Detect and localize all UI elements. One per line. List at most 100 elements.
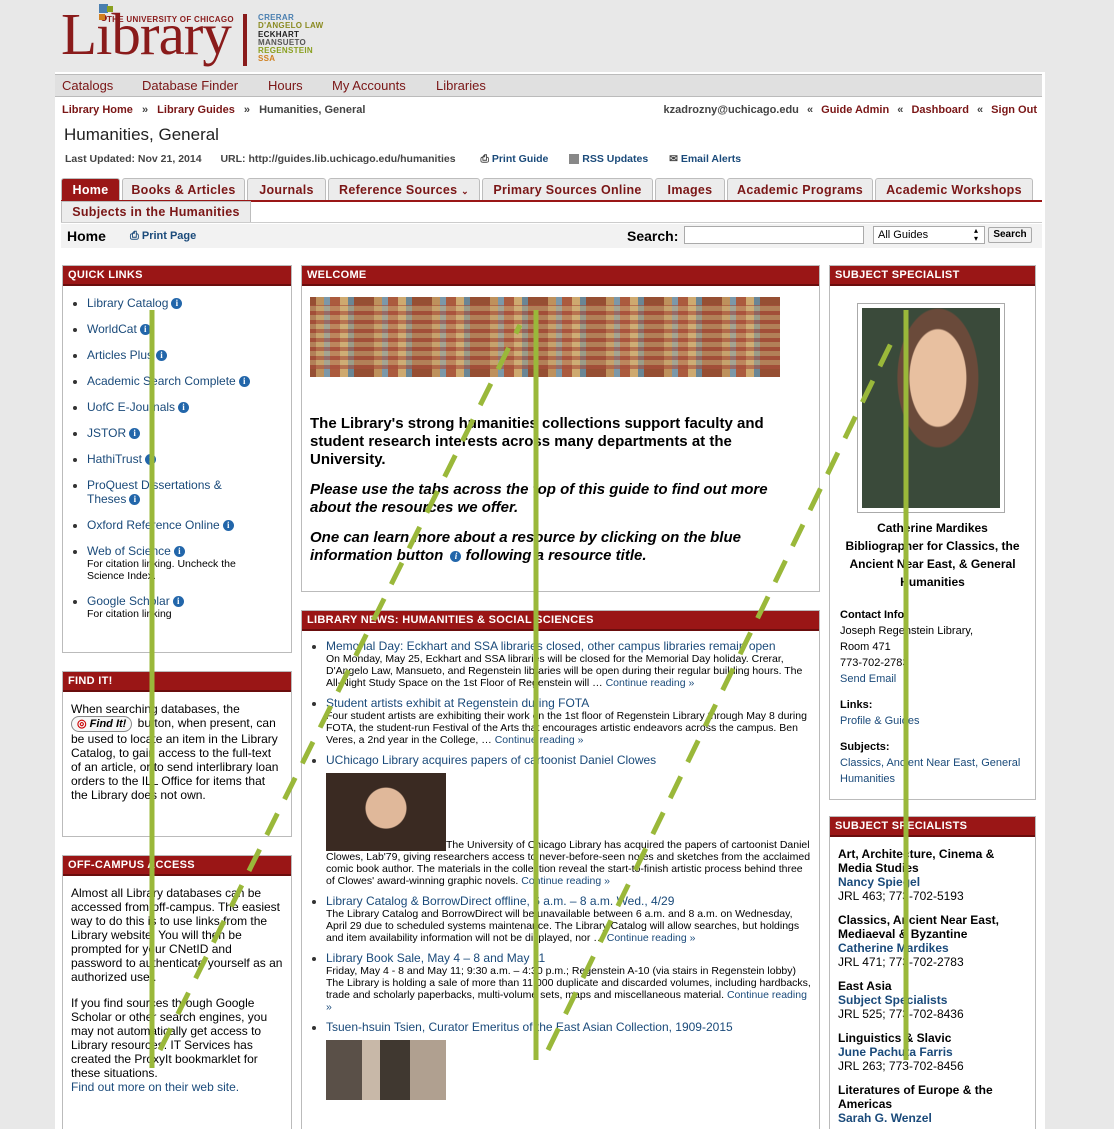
list-item: Classics, Ancient Near East, Mediaeval &… [838, 913, 999, 969]
email-alerts-link[interactable]: Email Alerts [681, 153, 741, 165]
list-item: Web of ScienceiFor citation linking. Unc… [87, 544, 262, 582]
tab-academic-programs[interactable]: Academic Programs [727, 178, 873, 200]
welcome-p2: Please use the tabs across the top of th… [310, 481, 768, 516]
specialist-link[interactable]: Sarah G. Wenzel [838, 1111, 932, 1125]
info-icon[interactable]: i [222, 520, 234, 532]
info-icon[interactable]: i [178, 402, 190, 414]
off-campus-link[interactable]: Find out more on their web site. [63, 1080, 291, 1094]
list-item: Art, Architecture, Cinema & Media Studie… [838, 847, 995, 903]
subjects-links[interactable]: Classics, Ancient Near East, General Hum… [840, 755, 1030, 787]
sign-out-link[interactable]: Sign Out [991, 104, 1037, 116]
quick-link[interactable]: Web of Science [87, 544, 171, 558]
specialist-role: Bibliographer for Classics, the Ancient … [845, 539, 1020, 589]
quick-link[interactable]: ProQuest Dissertations & Theses [87, 478, 222, 506]
breadcrumb-library-home[interactable]: Library Home [62, 104, 133, 116]
quick-link[interactable]: Articles Plus [87, 348, 153, 362]
info-icon[interactable]: i [238, 376, 250, 388]
welcome-title: WELCOME [302, 266, 819, 286]
find-it-button[interactable]: ◎ Find It! [71, 716, 133, 732]
quick-link[interactable]: Library Catalog [87, 296, 168, 310]
info-icon[interactable]: i [173, 546, 185, 558]
news-item: Student artists exhibit at Regenstein du… [326, 696, 813, 746]
tab-home[interactable]: Home [61, 178, 120, 200]
news-title-link[interactable]: Library Catalog & BorrowDirect offline, … [326, 894, 813, 908]
tab-subjects-humanities[interactable]: Subjects in the Humanities [61, 201, 251, 222]
user-nav-separator: « [976, 104, 984, 116]
quick-link[interactable]: Oxford Reference Online [87, 518, 220, 532]
list-item: Oxford Reference Onlinei [87, 518, 291, 532]
info-icon[interactable]: i [171, 298, 183, 310]
quick-link[interactable]: UofC E-Journals [87, 400, 175, 414]
chevron-down-icon: ⌄ [461, 186, 469, 196]
tab-images[interactable]: Images [655, 178, 725, 200]
email-icon: ✉ [669, 153, 678, 165]
user-email: kzadrozny@uchicago.edu [663, 104, 799, 116]
nav-libraries[interactable]: Libraries [436, 78, 486, 93]
specialist-link[interactable]: Nancy Spiegel [838, 875, 920, 889]
news-title-link[interactable]: Library Book Sale, May 4 – 8 and May 11 [326, 951, 813, 965]
search-input[interactable] [684, 226, 864, 244]
nav-database-finder[interactable]: Database Finder [142, 78, 238, 93]
breadcrumb-library-guides[interactable]: Library Guides [157, 104, 235, 116]
rss-updates-link[interactable]: RSS Updates [582, 153, 648, 165]
nav-hours[interactable]: Hours [268, 78, 303, 93]
info-icon[interactable]: i [139, 324, 151, 336]
print-guide-link[interactable]: Print Guide [492, 153, 549, 165]
search-scope-select[interactable]: All Guides [873, 226, 985, 244]
news-item: Library Catalog & BorrowDirect offline, … [326, 894, 813, 944]
user-nav-separator: « [806, 104, 814, 116]
search-button[interactable]: Search [988, 227, 1032, 243]
guide-admin-link[interactable]: Guide Admin [821, 104, 889, 116]
quick-links-box: QUICK LINKS Library Catalogi WorldCati A… [62, 265, 292, 653]
guide-meta: Last Updated: Nov 21, 2014 URL: http://g… [65, 153, 741, 166]
continue-reading-link[interactable]: Continue reading » [495, 734, 584, 746]
list-item: WorldCati [87, 322, 291, 336]
nav-catalogs[interactable]: Catalogs [62, 78, 113, 93]
continue-reading-link[interactable]: Continue reading » [606, 677, 695, 689]
quick-link[interactable]: HathiTrust [87, 452, 142, 466]
quick-link[interactable]: Academic Search Complete [87, 374, 236, 388]
search-label: Search: [627, 228, 679, 244]
links-label: Links: [840, 699, 873, 711]
tab-journals[interactable]: Journals [247, 178, 326, 200]
quick-link[interactable]: Google Scholar [87, 594, 170, 608]
send-email-link[interactable]: Send Email [840, 671, 896, 687]
breadcrumb-separator: » [141, 104, 149, 116]
continue-reading-link[interactable]: Continue reading » [521, 875, 610, 887]
logo-square-icon [99, 14, 105, 20]
quick-link[interactable]: WorldCat [87, 322, 137, 336]
news-title-link[interactable]: UChicago Library acquires papers of cart… [326, 753, 813, 767]
specialist-link[interactable]: Subject Specialists [838, 993, 947, 1007]
specialist-photo [857, 303, 1005, 513]
tab-primary-sources[interactable]: Primary Sources Online [482, 178, 653, 200]
news-title-link[interactable]: Tsuen-hsuin Tsien, Curator Emeritus of t… [326, 1020, 813, 1034]
info-icon[interactable]: i [172, 596, 184, 608]
info-icon[interactable]: i [129, 494, 141, 506]
list-item: Library Catalogi [87, 296, 291, 310]
nav-my-accounts[interactable]: My Accounts [332, 78, 406, 93]
library-ssa[interactable]: SSA [256, 55, 324, 63]
list-item: Google ScholariFor citation linking [87, 594, 291, 620]
tsien-photo [326, 1040, 446, 1100]
off-campus-box: OFF-CAMPUS ACCESS Almost all Library dat… [62, 855, 292, 1129]
info-icon[interactable]: i [144, 454, 156, 466]
news-item: UChicago Library acquires papers of cart… [326, 753, 813, 887]
specialist-link[interactable]: Catherine Mardikes [838, 941, 949, 955]
continue-reading-link[interactable]: Continue reading » [607, 932, 696, 944]
tab-books-articles[interactable]: Books & Articles [122, 178, 245, 200]
dashboard-link[interactable]: Dashboard [911, 104, 968, 116]
tab-academic-workshops[interactable]: Academic Workshops [875, 178, 1033, 200]
news-title-link[interactable]: Memorial Day: Eckhart and SSA libraries … [326, 639, 813, 653]
tab-rule-2 [61, 222, 1042, 223]
info-icon[interactable]: i [129, 428, 141, 440]
library-logo[interactable]: Library [61, 4, 232, 64]
print-page-link[interactable]: ⎙ Print Page [130, 230, 196, 243]
user-nav-separator: « [897, 104, 904, 116]
profile-link[interactable]: Profile & Guides [840, 713, 919, 729]
news-title-link[interactable]: Student artists exhibit at Regenstein du… [326, 696, 813, 710]
quick-link[interactable]: JSTOR [87, 426, 126, 440]
tab-reference-sources[interactable]: Reference Sources ⌄ [328, 178, 480, 200]
specialist-link[interactable]: June Pachuta Farris [838, 1045, 953, 1059]
subbar-home: Home [67, 228, 106, 244]
info-icon[interactable]: i [156, 350, 168, 362]
